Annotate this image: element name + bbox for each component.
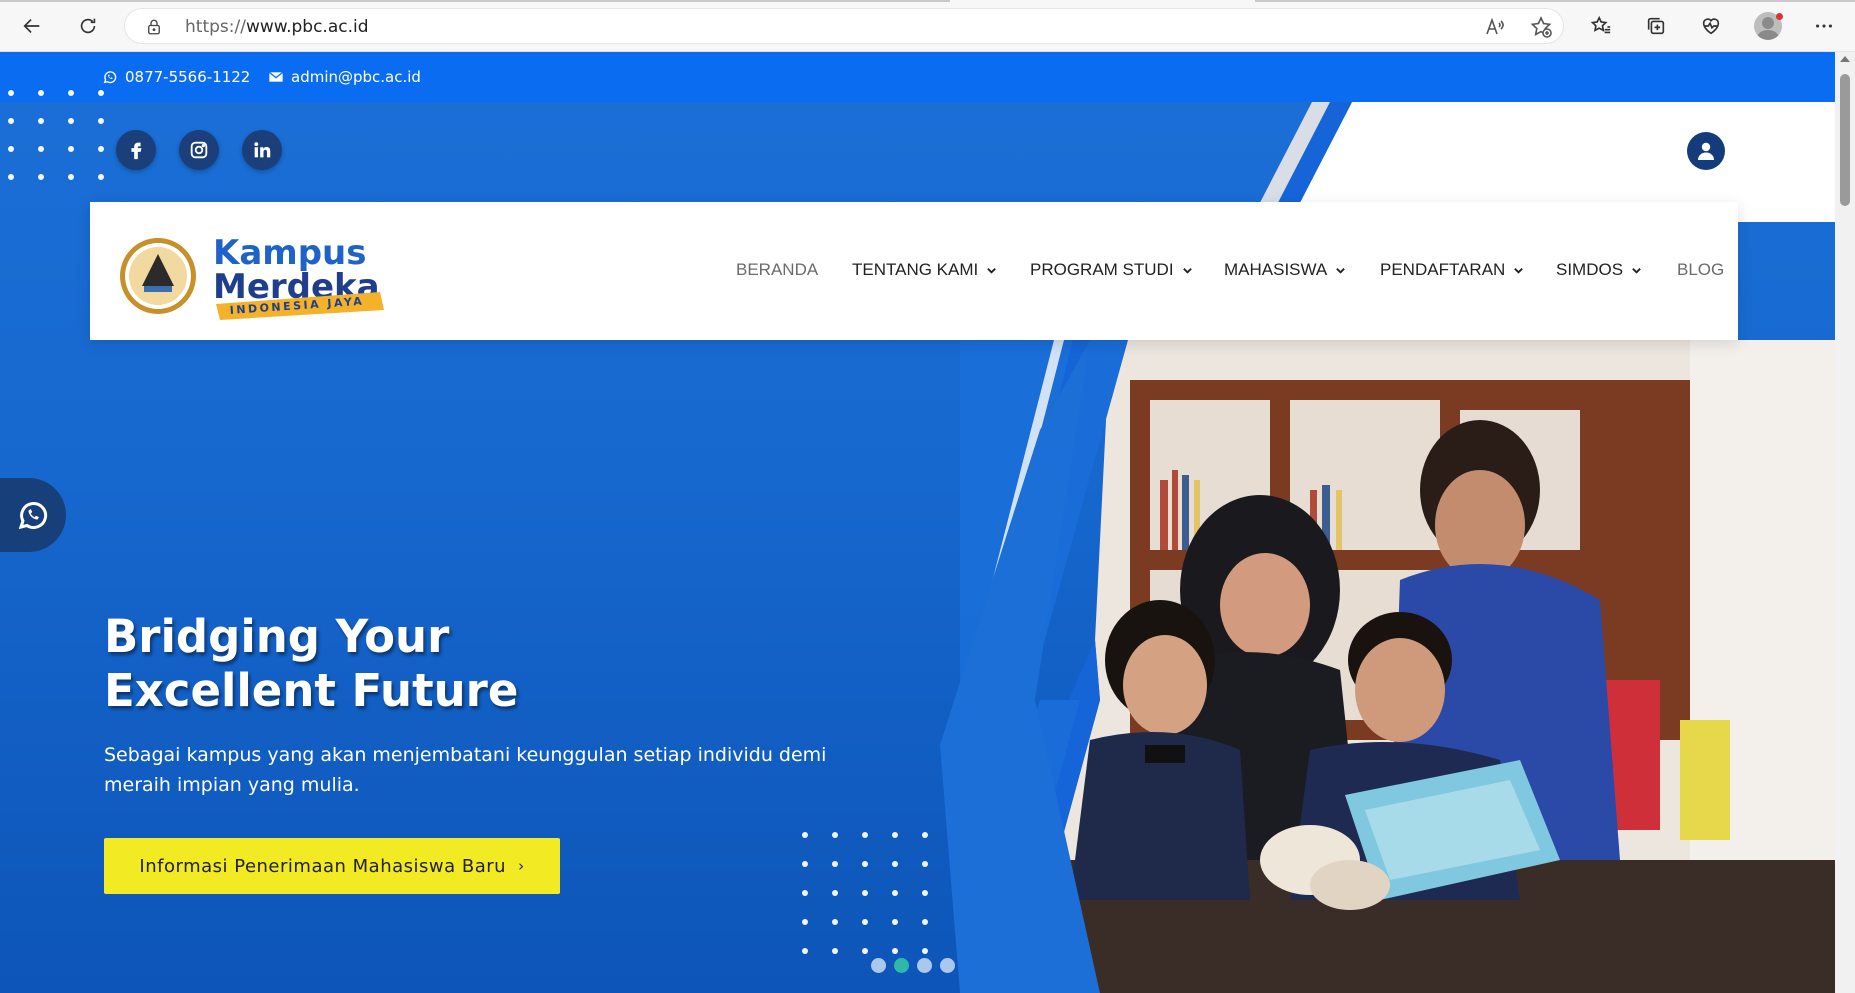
linkedin-link[interactable] xyxy=(242,130,282,170)
chevron-down-icon xyxy=(987,267,997,274)
lock-icon xyxy=(148,19,160,35)
web-page: 0877-5566-1122 admin@pbc.ac.id Kampus Me… xyxy=(0,52,1835,993)
user-icon xyxy=(1698,142,1714,160)
more-dots-icon xyxy=(1816,24,1832,28)
phone-number: 0877-5566-1122 xyxy=(125,68,251,86)
chevron-right-icon: › xyxy=(518,857,525,875)
hero-title-line2: Excellent Future xyxy=(104,664,519,717)
slide-dot-1[interactable] xyxy=(871,958,886,973)
whatsapp-icon xyxy=(103,71,117,84)
favorites-button[interactable] xyxy=(1583,8,1619,44)
main-navbar: Kampus Merdeka INDONESIA JAYA BERANDA TE… xyxy=(90,202,1738,340)
admission-info-button[interactable]: Informasi Penerimaan Mahasiswa Baru › xyxy=(104,838,560,894)
cta-label: Informasi Penerimaan Mahasiswa Baru xyxy=(139,855,507,877)
chevron-down-icon xyxy=(1182,267,1192,274)
facebook-icon xyxy=(131,142,142,160)
hero-subtitle: Sebagai kampus yang akan menjembatani ke… xyxy=(104,744,827,796)
nav-label: BLOG xyxy=(1677,260,1725,279)
chevron-down-icon xyxy=(1514,267,1524,274)
nav-simdos[interactable]: SIMDOS xyxy=(1556,260,1642,280)
instagram-link[interactable] xyxy=(179,130,219,170)
back-button[interactable] xyxy=(14,8,50,44)
url-host: www.pbc.ac.id xyxy=(245,17,369,37)
nav-label: TENTANG KAMI xyxy=(852,260,979,279)
tab-strip-edge-right xyxy=(1255,0,1855,2)
browser-toolbar: https://www.pbc.ac.id xyxy=(0,0,1855,52)
url-protocol: https:// xyxy=(185,17,246,37)
contact-topbar: 0877-5566-1122 admin@pbc.ac.id xyxy=(0,52,1835,102)
tab-strip-edge xyxy=(0,0,950,2)
nav-label: PROGRAM STUDI xyxy=(1030,260,1174,279)
page-scrollbar[interactable] xyxy=(1835,52,1855,993)
nav-label: BERANDA xyxy=(736,260,819,279)
notification-dot xyxy=(1776,13,1783,20)
slide-dot-4[interactable] xyxy=(940,958,955,973)
browser-essentials-button[interactable] xyxy=(1693,8,1729,44)
nav-beranda[interactable]: BERANDA xyxy=(736,260,818,280)
favorite-add-icon[interactable] xyxy=(1529,15,1553,39)
nav-pendaftaran[interactable]: PENDAFTARAN xyxy=(1380,260,1524,280)
phone-contact[interactable]: 0877-5566-1122 xyxy=(102,68,250,86)
slide-dot-3[interactable] xyxy=(917,958,932,973)
more-menu-button[interactable] xyxy=(1806,8,1842,44)
slider-indicators xyxy=(871,958,955,973)
blue-chevron-shape xyxy=(940,340,1128,993)
user-account-button[interactable] xyxy=(1687,132,1725,170)
nav-tentang-kami[interactable]: TENTANG KAMI xyxy=(852,260,997,280)
nav-label: MAHASISWA xyxy=(1224,260,1328,279)
favorites-icon xyxy=(1590,15,1611,34)
chevron-down-icon xyxy=(1632,267,1641,274)
slide-dot-2[interactable] xyxy=(894,958,909,973)
nav-label: PENDAFTARAN xyxy=(1380,260,1506,279)
reload-button[interactable] xyxy=(70,8,106,44)
scrollbar-thumb[interactable] xyxy=(1840,74,1850,206)
facebook-link[interactable] xyxy=(116,130,156,170)
address-bar[interactable]: https://www.pbc.ac.id xyxy=(124,8,1564,44)
dot-pattern-decoration-bottom xyxy=(802,832,928,954)
nav-mahasiswa[interactable]: MAHASISWA xyxy=(1224,260,1346,280)
hero-title: Bridging Your Excellent Future xyxy=(104,610,518,718)
reload-icon xyxy=(80,18,96,34)
nav-label: SIMDOS xyxy=(1556,260,1624,279)
nav-program-studi[interactable]: PROGRAM STUDI xyxy=(1030,260,1193,280)
linkedin-icon xyxy=(254,142,271,158)
chevron-down-icon xyxy=(1336,267,1346,274)
back-arrow-icon xyxy=(23,18,40,34)
hero-title-line1: Bridging Your xyxy=(104,610,450,663)
kampus-merdeka-logo[interactable]: Kampus Merdeka INDONESIA JAYA xyxy=(118,224,388,320)
envelope-icon xyxy=(268,71,284,82)
email-address: admin@pbc.ac.id xyxy=(291,68,421,86)
url-text: https://www.pbc.ac.id xyxy=(185,17,369,37)
collections-button[interactable] xyxy=(1638,8,1674,44)
read-aloud-icon[interactable] xyxy=(1483,15,1507,39)
email-contact[interactable]: admin@pbc.ac.id xyxy=(268,68,421,86)
scroll-up-arrow[interactable] xyxy=(1840,56,1850,62)
nav-blog[interactable]: BLOG xyxy=(1677,260,1724,280)
heart-pulse-icon xyxy=(1702,18,1720,35)
dot-pattern-decoration xyxy=(8,90,104,180)
collections-icon xyxy=(1647,17,1665,35)
whatsapp-icon xyxy=(18,502,48,530)
instagram-icon xyxy=(190,141,208,159)
